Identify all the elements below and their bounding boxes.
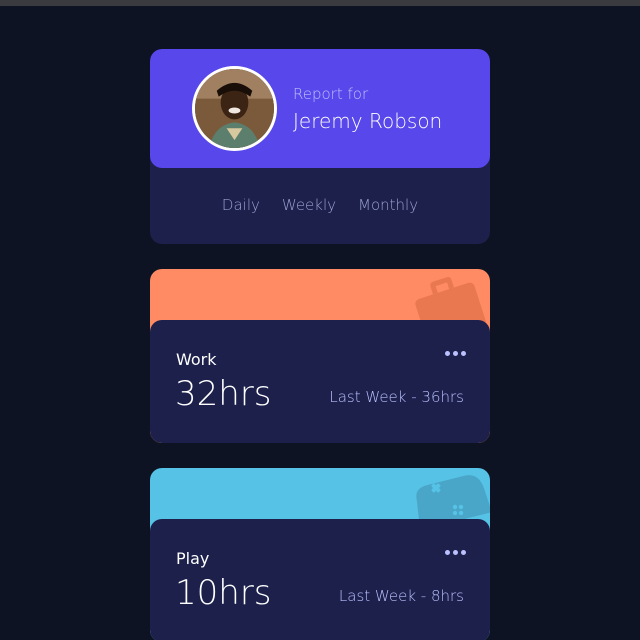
top-bar <box>0 0 640 6</box>
work-hours: 32hrs <box>175 374 272 414</box>
play-hours: 10hrs <box>175 573 272 613</box>
work-ellipsis-icon[interactable] <box>445 347 466 360</box>
avatar-image <box>195 69 274 148</box>
play-title: Play <box>176 549 210 568</box>
work-last-week: Last Week - 36hrs <box>329 388 464 406</box>
avatar <box>192 66 277 151</box>
tab-monthly[interactable]: Monthly <box>358 196 418 214</box>
period-tabs: Daily Weekly Monthly <box>150 196 490 214</box>
work-title: Work <box>176 350 217 369</box>
profile-card: Report for Jeremy Robson Daily Weekly Mo… <box>150 49 490 244</box>
work-card: Work 32hrs Last Week - 36hrs <box>150 269 490 443</box>
user-name: Jeremy Robson <box>293 109 443 133</box>
play-last-week: Last Week - 8hrs <box>338 587 464 605</box>
play-ellipsis-icon[interactable] <box>445 546 466 559</box>
profile-header: Report for Jeremy Robson <box>150 49 490 168</box>
tab-daily[interactable]: Daily <box>222 196 260 214</box>
gamepad-icon <box>416 475 490 526</box>
play-card-body: Play 10hrs Last Week - 8hrs <box>150 519 490 640</box>
tab-weekly[interactable]: Weekly <box>282 196 336 214</box>
briefcase-icon <box>415 277 486 327</box>
work-card-body: Work 32hrs Last Week - 36hrs <box>150 320 490 443</box>
play-card: Play 10hrs Last Week - 8hrs <box>150 468 490 640</box>
report-for-label: Report for <box>293 85 369 103</box>
